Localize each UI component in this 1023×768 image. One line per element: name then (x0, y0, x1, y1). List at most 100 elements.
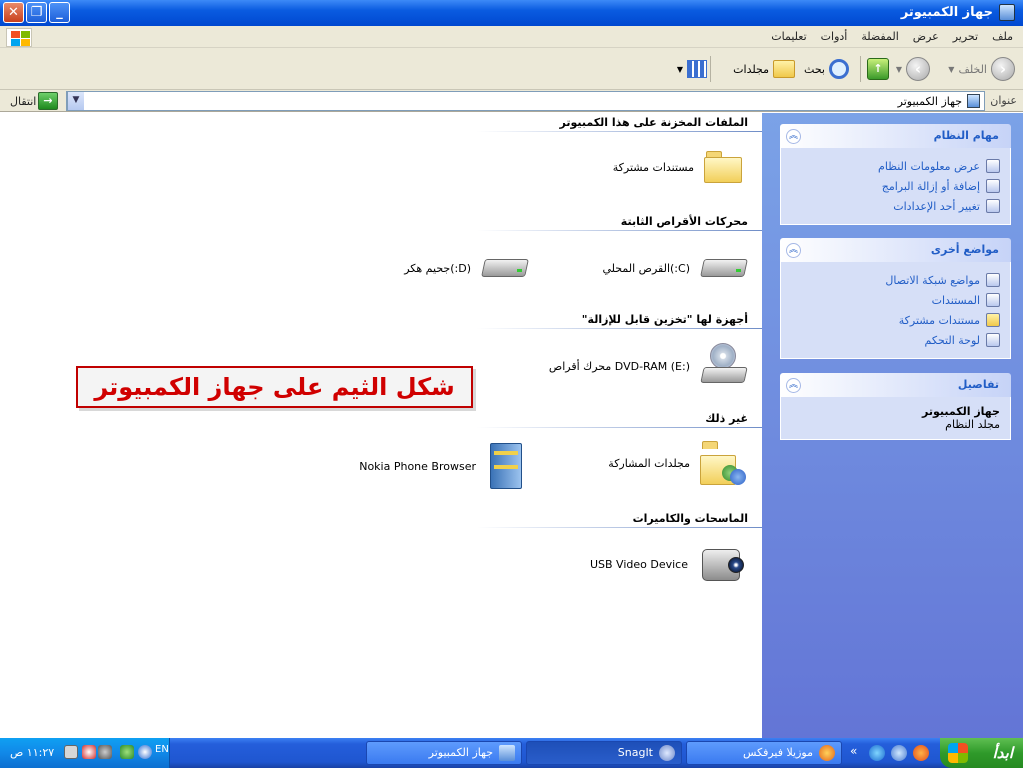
link-label: مواضع شبكة الاتصال (885, 273, 980, 287)
collapse-chevron-icon[interactable]: ︽ (786, 129, 801, 144)
task-my-computer[interactable]: جهاز الكمبيوتر (366, 741, 522, 765)
folders-label: مجلدات (733, 62, 769, 76)
item-label: (D:)جحيم هكر (404, 261, 471, 275)
control-panel-link[interactable]: لوحة التحكم (789, 330, 1000, 350)
menu-edit[interactable]: تحرير (953, 30, 978, 43)
address-label: عنوان (990, 94, 1017, 107)
dvd-drive-item[interactable]: DVD-RAM (E:) محرك أقراص (549, 343, 748, 389)
my-documents-link[interactable]: المستندات (789, 290, 1000, 310)
collapse-chevron-icon[interactable]: ︽ (786, 243, 801, 258)
explorer-window: جهاز الكمبيوتر ✕ ❐ _ ملف تحرير عرض المفض… (0, 0, 1023, 738)
address-dropdown-icon[interactable]: ▼ (67, 92, 84, 110)
search-label: بحث (804, 62, 825, 76)
start-button[interactable]: ابدأ (940, 738, 1023, 768)
back-button[interactable]: ‹ الخلف ▼ (948, 56, 1015, 82)
drive-c-item[interactable]: (C:)القرص المحلي (603, 253, 749, 283)
title-bar[interactable]: جهاز الكمبيوتر ✕ ❐ _ (0, 0, 1023, 26)
up-button[interactable]: ↑ (867, 56, 889, 82)
control-panel-icon (986, 333, 1000, 347)
usb-video-device-item[interactable]: USB Video Device (590, 543, 746, 585)
more-quicklaunch-chevron[interactable]: « (850, 744, 857, 758)
link-label: عرض معلومات النظام (878, 159, 980, 173)
go-arrow-icon[interactable]: → (38, 92, 58, 110)
group-header: غير ذلك (705, 412, 748, 425)
collapse-chevron-icon[interactable]: ︽ (786, 378, 801, 393)
menu-favorites[interactable]: المفضلة (861, 30, 898, 43)
task-firefox[interactable]: موزيلا فيرفكس (686, 741, 842, 765)
folders-icon (773, 60, 795, 78)
change-setting-link[interactable]: تغيير أحد الإعدادات (789, 196, 1000, 216)
firefox-quicklaunch-icon[interactable] (913, 745, 929, 761)
taskbar: ابدأ « موزيلا فيرفكس SnagIt جهاز الكمبيو… (0, 738, 1023, 768)
ie-browser-quicklaunch-icon[interactable] (869, 745, 885, 761)
group-divider (477, 427, 762, 428)
clock[interactable]: ١١:٢٧ ص (10, 746, 54, 759)
menu-bar: ملف تحرير عرض المفضلة أدوات تعليمات (0, 26, 1023, 48)
network-icon (986, 273, 1000, 287)
task-snagit[interactable]: SnagIt (526, 741, 682, 765)
folder-up-icon: ↑ (867, 58, 889, 80)
task-label: موزيلا فيرفكس (742, 746, 813, 759)
views-dropdown-icon[interactable]: ▼ (677, 65, 683, 74)
group-header: أجهزة لها "تخزين قابل للإزالة" (581, 313, 748, 326)
nokia-phone-browser-item[interactable]: Nokia Phone Browser (359, 441, 526, 491)
search-button[interactable]: بحث (804, 56, 849, 82)
group-header: محركات الأقراص الثابتة (620, 215, 748, 228)
views-icon (687, 60, 707, 78)
item-label: مستندات مشتركة (612, 160, 694, 174)
hard-drive-icon (481, 253, 529, 283)
go-label[interactable]: انتقال (10, 95, 36, 108)
system-tasks-panel: مهام النظام ︽ عرض معلومات النظام إضافة أ… (780, 124, 1011, 225)
forward-button[interactable]: › ▼ (896, 56, 930, 82)
other-places-panel: مواضع أخرى ︽ مواضع شبكة الاتصال المستندا… (780, 238, 1011, 359)
dvd-drive-icon (700, 343, 748, 389)
monitor-tray-icon[interactable] (64, 745, 78, 759)
windows-logo-icon (6, 28, 32, 47)
shared-folders-item[interactable]: مجلدات المشاركة (608, 441, 746, 485)
menu-view[interactable]: عرض (913, 30, 939, 43)
add-remove-programs-link[interactable]: إضافة أو إزالة البرامج (789, 176, 1000, 196)
language-indicator[interactable]: EN (155, 744, 169, 755)
address-input[interactable]: جهاز الكمبيوتر ▼ (66, 91, 985, 111)
ie-quicklaunch-icon[interactable] (891, 745, 907, 761)
forward-arrow-icon: › (906, 57, 930, 81)
shared-documents-item[interactable]: مستندات مشتركة (613, 151, 742, 183)
details-name: جهاز الكمبيوتر (921, 405, 1000, 418)
hard-drive-icon (700, 253, 748, 283)
nokia-browser-icon (486, 441, 526, 491)
network-places-link[interactable]: مواضع شبكة الاتصال (789, 270, 1000, 290)
views-button[interactable]: ▼ (677, 56, 707, 82)
panel-title: مواضع أخرى (930, 243, 999, 256)
system-tray: ١١:٢٧ ص EN (0, 738, 170, 768)
folders-button[interactable]: مجلدات (733, 56, 795, 82)
menu-tools[interactable]: أدوات (821, 30, 848, 43)
forward-dropdown-icon[interactable]: ▼ (896, 65, 902, 74)
details-type: مجلد النظام (945, 418, 1000, 431)
network-tray-icon[interactable] (98, 745, 112, 759)
camera-icon (698, 543, 746, 585)
menu-file[interactable]: ملف (992, 30, 1013, 43)
security-tray-icon[interactable] (82, 745, 96, 759)
item-label: مجلدات المشاركة (608, 456, 690, 470)
back-dropdown-icon[interactable]: ▼ (948, 65, 954, 74)
panel-header[interactable]: مواضع أخرى ︽ (780, 238, 1011, 262)
details-panel: تفاصيل ︽ جهاز الكمبيوتر مجلد النظام (780, 373, 1011, 440)
drive-d-item[interactable]: (D:)جحيم هكر (404, 253, 529, 283)
firefox-icon (819, 745, 835, 761)
windows-flag-icon (948, 743, 968, 763)
link-label: تغيير أحد الإعدادات (893, 199, 980, 213)
minimize-button[interactable]: _ (49, 2, 70, 23)
restore-button[interactable]: ❐ (26, 2, 47, 23)
panel-header[interactable]: تفاصيل ︽ (780, 373, 1011, 397)
media-tray-icon[interactable] (138, 745, 152, 759)
shared-documents-link[interactable]: مستندات مشتركة (789, 310, 1000, 330)
shared-folders-icon (700, 441, 746, 485)
panel-header[interactable]: مهام النظام ︽ (780, 124, 1011, 148)
folder-icon (704, 151, 742, 183)
programs-icon (986, 179, 1000, 193)
close-button[interactable]: ✕ (3, 2, 24, 23)
menu-help[interactable]: تعليمات (771, 30, 806, 43)
item-label: Nokia Phone Browser (359, 459, 476, 473)
messenger-tray-icon[interactable] (120, 745, 134, 759)
view-system-info-link[interactable]: عرض معلومات النظام (789, 156, 1000, 176)
